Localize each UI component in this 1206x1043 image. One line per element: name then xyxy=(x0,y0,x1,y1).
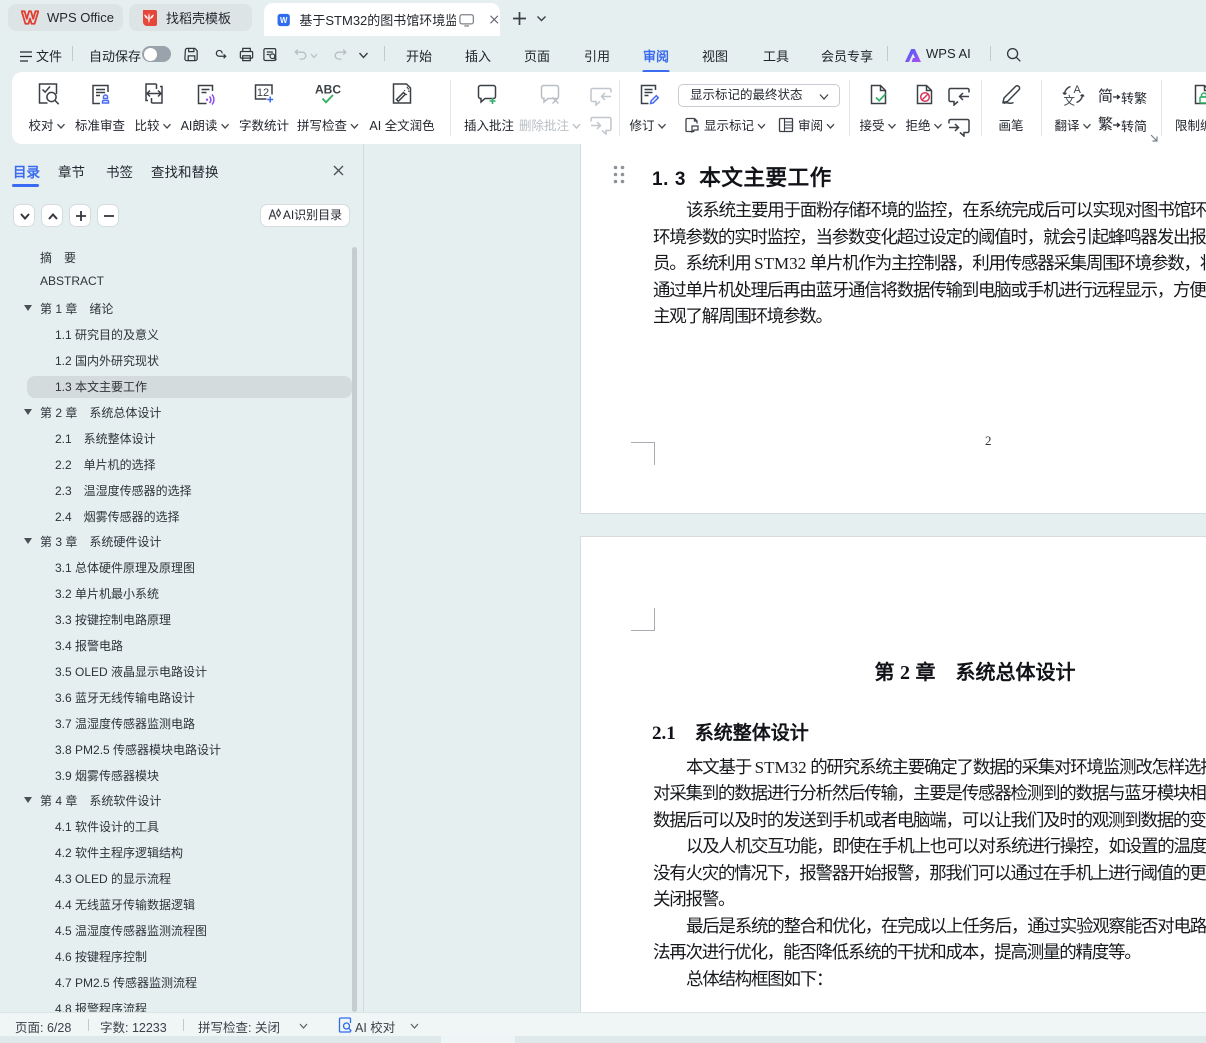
svg-text:文: 文 xyxy=(1064,94,1076,108)
svg-text:W: W xyxy=(280,16,288,25)
svg-text:12: 12 xyxy=(257,87,269,99)
svg-text:A: A xyxy=(1074,84,1082,96)
svg-text:ABC: ABC xyxy=(315,83,341,97)
